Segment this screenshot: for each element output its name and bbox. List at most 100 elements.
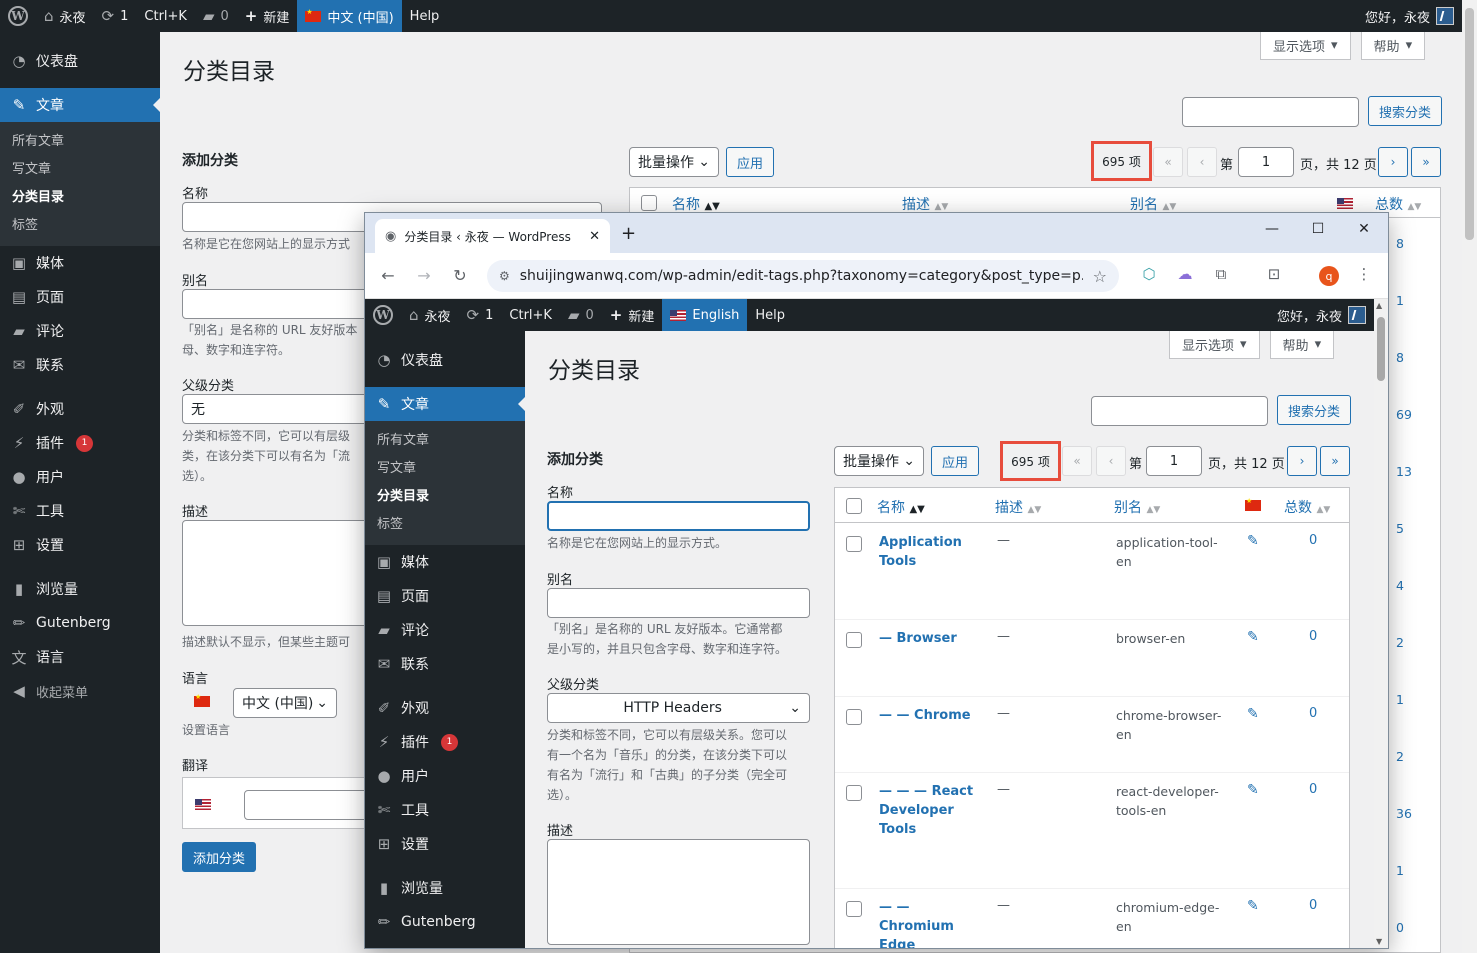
- add-category-button[interactable]: 添加分类: [182, 842, 257, 872]
- language-select[interactable]: 中文 (中国) ⌄: [233, 688, 337, 718]
- search-categories-button[interactable]: 搜索分类: [1277, 395, 1352, 425]
- count-cell[interactable]: 36: [1396, 806, 1412, 821]
- count-cell[interactable]: 8: [1396, 350, 1404, 365]
- count-cell[interactable]: 8: [1396, 236, 1404, 251]
- count-cell[interactable]: 1: [1396, 863, 1404, 878]
- comments-link[interactable]: ▰ 0: [195, 0, 237, 32]
- menu-gutenberg[interactable]: ✏ Gutenberg: [0, 606, 160, 640]
- search-input[interactable]: [1091, 396, 1268, 426]
- forward-icon[interactable]: →: [406, 266, 442, 285]
- command-palette-link[interactable]: Ctrl+K: [501, 299, 560, 331]
- submenu-new-post[interactable]: 写文章: [365, 455, 525, 483]
- edit-translation-icon[interactable]: ✎: [1247, 533, 1259, 549]
- menu-dashboard[interactable]: ◔ 仪表盘: [0, 44, 160, 78]
- col-desc-header[interactable]: 描述 ▲▼: [995, 497, 1041, 517]
- help-tab-button[interactable]: 帮助 ▾: [1360, 32, 1426, 60]
- profile-avatar[interactable]: q: [1319, 266, 1339, 286]
- updates-link[interactable]: ⟳ 1: [94, 0, 137, 32]
- menu-media[interactable]: ▣ 媒体: [365, 545, 525, 579]
- apply-button[interactable]: 应用: [726, 147, 775, 177]
- screen-options-button[interactable]: 显示选项 ▾: [1169, 331, 1260, 359]
- puzzle-extensions-icon[interactable]: ⧉: [1210, 265, 1232, 287]
- command-palette-link[interactable]: Ctrl+K: [136, 0, 195, 32]
- account-menu[interactable]: 您好，永夜: [1365, 0, 1462, 32]
- count-cell[interactable]: 1: [1396, 293, 1404, 308]
- scrollbar-thumb[interactable]: [1465, 8, 1474, 240]
- scroll-down-icon[interactable]: ▼: [1376, 937, 1382, 946]
- category-name-link[interactable]: — Browser: [879, 629, 979, 648]
- row-checkbox[interactable]: [846, 785, 862, 801]
- submenu-categories[interactable]: 分类目录: [0, 184, 160, 212]
- edit-translation-icon[interactable]: ✎: [1247, 629, 1259, 645]
- screen-options-button[interactable]: 显示选项 ▾: [1260, 32, 1351, 60]
- help-link[interactable]: Help: [402, 0, 448, 32]
- maximize-icon[interactable]: ☐: [1295, 221, 1341, 237]
- menu-contact[interactable]: ✉ 联系: [365, 647, 525, 681]
- language-switcher[interactable]: 中文 (中国): [297, 0, 402, 32]
- site-name-link[interactable]: ⌂ 永夜: [36, 0, 94, 32]
- col-count-header[interactable]: 总数 ▲▼: [1375, 194, 1421, 214]
- page-scrollbar[interactable]: [1462, 0, 1477, 953]
- menu-users[interactable]: ● 用户: [0, 460, 160, 494]
- more-menu-icon[interactable]: ⋮: [1353, 265, 1375, 287]
- site-info-icon[interactable]: ⚙: [499, 269, 510, 283]
- submenu-new-post[interactable]: 写文章: [0, 156, 160, 184]
- menu-tools[interactable]: ✄ 工具: [0, 494, 160, 528]
- back-icon[interactable]: ←: [370, 266, 406, 285]
- close-tab-icon[interactable]: ✕: [589, 229, 600, 244]
- menu-settings[interactable]: ⊞ 设置: [365, 827, 525, 861]
- col-slug-header[interactable]: 别名 ▲▼: [1114, 497, 1160, 517]
- new-content-link[interactable]: + 新建: [602, 299, 663, 331]
- browser-tab[interactable]: ◉ 分类目录 ‹ 永夜 — WordPress ✕: [375, 219, 610, 253]
- menu-tools[interactable]: ✄ 工具: [365, 793, 525, 827]
- current-page-input[interactable]: 1: [1146, 446, 1202, 476]
- category-name-link[interactable]: — — — React Developer Tools: [879, 782, 979, 839]
- bookmark-star-icon[interactable]: ☆: [1093, 267, 1107, 286]
- inner-scrollbar[interactable]: ▲ ▼: [1374, 299, 1388, 948]
- count-cell[interactable]: 2: [1396, 749, 1404, 764]
- row-checkbox[interactable]: [846, 632, 862, 648]
- last-page-button[interactable]: »: [1411, 147, 1441, 177]
- new-content-link[interactable]: + 新建: [237, 0, 298, 32]
- edit-translation-icon[interactable]: ✎: [1247, 706, 1259, 722]
- category-count[interactable]: 0: [1309, 898, 1317, 913]
- menu-plugins[interactable]: ⚡ 插件 1: [365, 725, 525, 759]
- menu-language[interactable]: 文语言: [0, 640, 160, 674]
- scroll-up-icon[interactable]: ▲: [1376, 301, 1382, 310]
- count-cell[interactable]: 13: [1396, 464, 1412, 479]
- current-page-input[interactable]: 1: [1238, 147, 1294, 177]
- row-checkbox[interactable]: [846, 709, 862, 725]
- category-name-link[interactable]: Application Tools: [879, 533, 979, 571]
- category-count[interactable]: 0: [1309, 706, 1317, 721]
- translation-input[interactable]: [244, 790, 384, 820]
- new-tab-icon[interactable]: +: [621, 223, 636, 244]
- wp-logo-menu[interactable]: W: [0, 0, 36, 32]
- extension-icon[interactable]: ⬡: [1138, 265, 1160, 287]
- category-count[interactable]: 0: [1309, 782, 1317, 797]
- menu-plugins[interactable]: ⚡ 插件 1: [0, 426, 160, 460]
- col-count-header[interactable]: 总数 ▲▼: [1284, 497, 1330, 517]
- menu-pages[interactable]: ▤ 页面: [0, 280, 160, 314]
- parent-select[interactable]: HTTP Headers ⌄: [547, 693, 810, 723]
- account-menu[interactable]: 您好，永夜: [1277, 299, 1374, 331]
- select-all-checkbox[interactable]: [846, 498, 862, 514]
- minimize-icon[interactable]: —: [1249, 221, 1295, 237]
- menu-posts[interactable]: ✎ 文章: [0, 88, 160, 122]
- menu-posts[interactable]: ✎ 文章: [365, 387, 525, 421]
- edit-translation-icon[interactable]: ✎: [1247, 782, 1259, 798]
- edit-translation-icon[interactable]: ✎: [1247, 898, 1259, 914]
- row-checkbox[interactable]: [846, 536, 862, 552]
- submenu-tags[interactable]: 标签: [0, 212, 160, 240]
- updates-link[interactable]: ⟳ 1: [459, 299, 502, 331]
- menu-collapse[interactable]: ◀ 收起菜单: [0, 674, 160, 708]
- apply-button[interactable]: 应用: [931, 446, 980, 476]
- menu-appearance[interactable]: ✐ 外观: [365, 691, 525, 725]
- menu-gutenberg[interactable]: ✏ Gutenberg: [365, 905, 525, 939]
- menu-comments[interactable]: ▰ 评论: [365, 613, 525, 647]
- menu-comments[interactable]: ▰ 评论: [0, 314, 160, 348]
- tab-search-icon[interactable]: ⊡: [1263, 265, 1285, 287]
- next-page-button[interactable]: ›: [1287, 446, 1317, 476]
- help-tab-button[interactable]: 帮助 ▾: [1269, 331, 1335, 359]
- submenu-tags[interactable]: 标签: [365, 511, 525, 539]
- count-cell[interactable]: 69: [1396, 407, 1412, 422]
